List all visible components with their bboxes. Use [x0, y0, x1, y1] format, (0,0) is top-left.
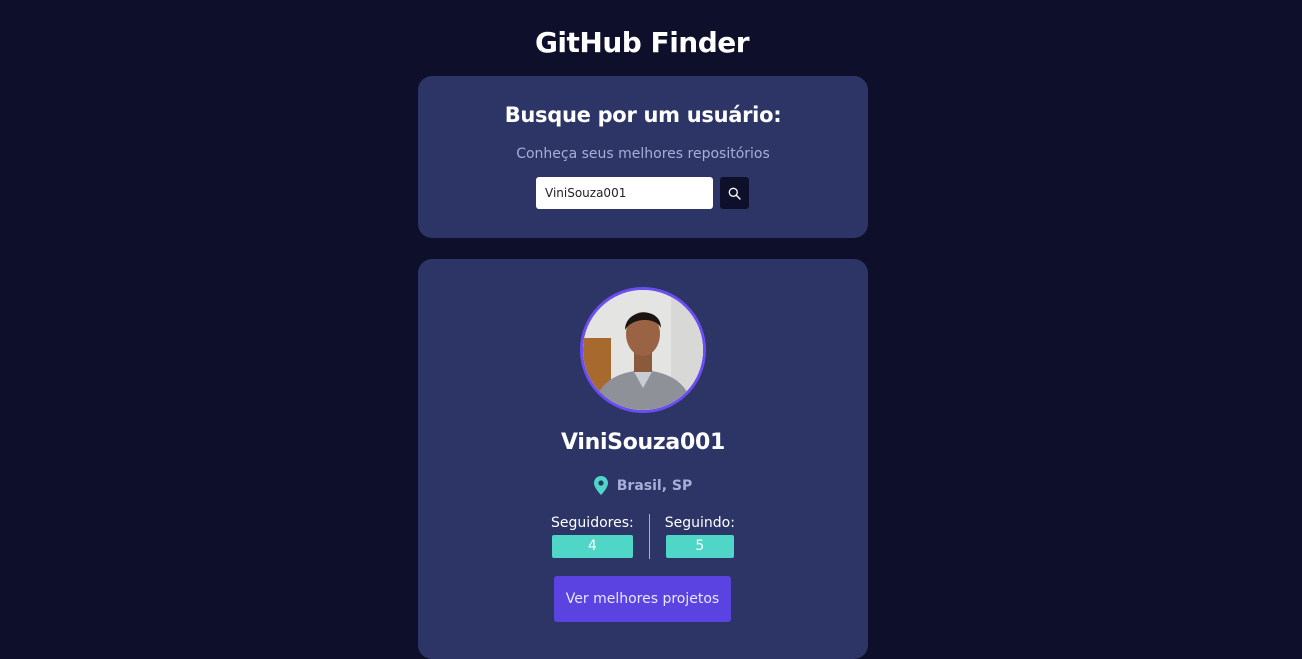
location: Brasil, SP [418, 476, 868, 495]
stats-divider [648, 514, 650, 559]
profile-card: ViniSouza001 Brasil, SP Seguidores: 4 Se… [418, 259, 868, 659]
map-pin-icon [593, 476, 608, 495]
following-stat: Seguindo: 5 [665, 514, 735, 559]
following-count: 5 [665, 535, 734, 558]
page-title: GitHub Finder [534, 26, 750, 59]
stats: Seguidores: 4 Seguindo: 5 [418, 514, 868, 559]
view-projects-button[interactable]: Ver melhores projetos [554, 576, 731, 622]
search-input[interactable] [536, 177, 713, 209]
followers-stat: Seguidores: 4 [551, 514, 634, 559]
followers-count: 4 [551, 535, 633, 558]
search-button[interactable] [720, 177, 749, 209]
location-text: Brasil, SP [616, 477, 693, 494]
following-label: Seguindo: [664, 515, 735, 531]
username: ViniSouza001 [561, 430, 725, 455]
followers-label: Seguidores: [551, 515, 634, 531]
avatar [580, 287, 706, 413]
search-subtitle: Conheça seus melhores repositórios [516, 146, 770, 162]
search-icon [728, 187, 741, 200]
search-heading: Busque por um usuário: [504, 103, 782, 127]
search-card: Busque por um usuário: Conheça seus melh… [418, 76, 868, 238]
